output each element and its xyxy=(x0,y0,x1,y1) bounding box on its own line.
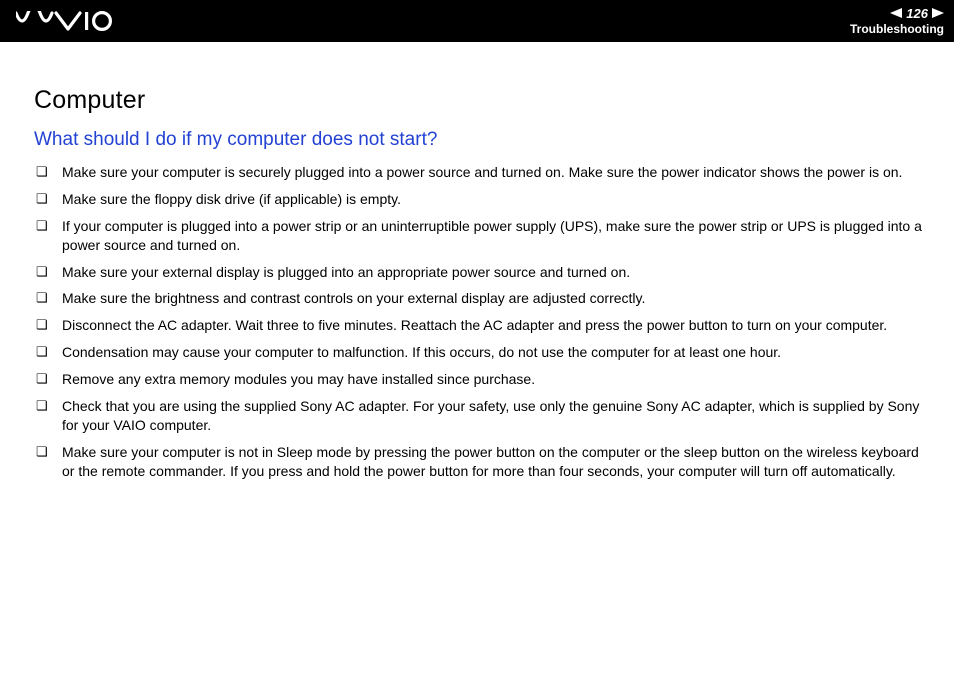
page-navigation: 126 xyxy=(890,6,944,21)
list-item: Condensation may cause your computer to … xyxy=(34,343,922,362)
list-item: Remove any extra memory modules you may … xyxy=(34,370,922,389)
page-content: Computer What should I do if my computer… xyxy=(0,42,954,481)
section-heading: Computer xyxy=(34,86,922,115)
page-number: 126 xyxy=(906,6,928,21)
page-header: 126 Troubleshooting xyxy=(0,0,954,42)
troubleshooting-list: Make sure your computer is securely plug… xyxy=(34,163,922,481)
question-heading: What should I do if my computer does not… xyxy=(34,129,922,151)
list-item: Disconnect the AC adapter. Wait three to… xyxy=(34,316,922,335)
header-meta: 126 Troubleshooting xyxy=(850,6,944,36)
next-page-arrow-icon[interactable] xyxy=(932,6,944,21)
list-item: Make sure the brightness and contrast co… xyxy=(34,289,922,308)
list-item: Make sure your computer is securely plug… xyxy=(34,163,922,182)
list-item: If your computer is plugged into a power… xyxy=(34,217,922,255)
prev-page-arrow-icon[interactable] xyxy=(890,6,902,21)
list-item: Make sure your computer is not in Sleep … xyxy=(34,443,922,481)
list-item: Make sure your external display is plugg… xyxy=(34,263,922,282)
list-item: Make sure the floppy disk drive (if appl… xyxy=(34,190,922,209)
vaio-logo xyxy=(16,11,112,31)
section-label: Troubleshooting xyxy=(850,22,944,36)
list-item: Check that you are using the supplied So… xyxy=(34,397,922,435)
